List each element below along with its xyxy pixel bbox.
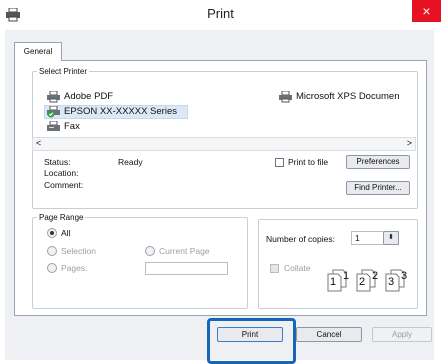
print-to-file-label: Print to file	[288, 157, 329, 167]
window-title: Print	[207, 6, 234, 21]
find-printer-button[interactable]: Find Printer...	[346, 181, 410, 195]
collate-page-number: 1	[343, 270, 350, 282]
current-page-radio-label: Current Page	[159, 246, 210, 256]
scroll-left-icon[interactable]: <	[36, 138, 41, 148]
collate-page-number: 1	[330, 276, 337, 288]
collate-page-number: 3	[401, 270, 408, 282]
apply-button[interactable]: Apply	[372, 327, 432, 342]
all-radio[interactable]	[47, 228, 57, 238]
scroll-right-icon[interactable]: >	[407, 138, 412, 148]
printer-item-microsoft-xps[interactable]: Microsoft XPS Documen	[278, 91, 413, 103]
fax-icon	[47, 121, 60, 131]
printer-list-scrollbar[interactable]: < >	[32, 137, 416, 151]
printer-name: EPSON XX-XXXXX Series	[64, 106, 177, 117]
number-of-copies-label: Number of copies:	[266, 234, 335, 244]
page-range-legend: Page Range	[39, 213, 84, 222]
spin-up-down-icon: ⬍	[388, 234, 394, 241]
printer-name: Fax	[64, 121, 80, 132]
close-button[interactable]: ×	[412, 0, 441, 22]
printer-item-epson[interactable]: EPSON XX-XXXXX Series	[46, 106, 186, 118]
close-icon: ×	[422, 3, 431, 19]
pages-radio-label: Pages:	[61, 263, 88, 273]
print-to-file-checkbox[interactable]	[275, 158, 284, 167]
location-label: Location:	[44, 168, 79, 178]
collate-label: Collate	[284, 263, 311, 273]
comment-label: Comment:	[44, 180, 84, 190]
printer-default-icon	[47, 106, 60, 118]
collate-page-number: 2	[372, 270, 379, 282]
printer-item-fax[interactable]: Fax	[46, 121, 106, 133]
pages-input[interactable]	[145, 262, 228, 275]
collate-pages-icon	[327, 269, 405, 292]
cancel-button[interactable]: Cancel	[296, 327, 362, 342]
status-value: Ready	[118, 157, 143, 167]
status-label: Status:	[44, 157, 71, 167]
select-printer-legend: Select Printer	[39, 67, 88, 76]
printer-name: Adobe PDF	[64, 91, 114, 102]
printer-name: Microsoft XPS Documen	[296, 91, 400, 102]
current-page-radio[interactable]	[145, 246, 155, 256]
pages-radio[interactable]	[47, 263, 57, 273]
tab-general[interactable]: General	[14, 42, 62, 61]
collate-page-number: 3	[388, 276, 395, 288]
copies-spinner[interactable]: ⬍	[383, 231, 399, 245]
print-button-highlight	[207, 318, 296, 364]
collate-page-number: 2	[359, 276, 366, 288]
copies-value: 1	[355, 233, 360, 243]
printer-icon	[47, 91, 60, 103]
selection-radio[interactable]	[47, 246, 57, 256]
printer-icon	[279, 91, 292, 103]
printer-item-adobe-pdf[interactable]: Adobe PDF	[46, 91, 166, 103]
preferences-button[interactable]: Preferences	[346, 155, 410, 169]
collate-checkbox[interactable]	[270, 264, 279, 273]
all-radio-label: All	[61, 228, 71, 238]
selection-radio-label: Selection	[61, 246, 96, 256]
